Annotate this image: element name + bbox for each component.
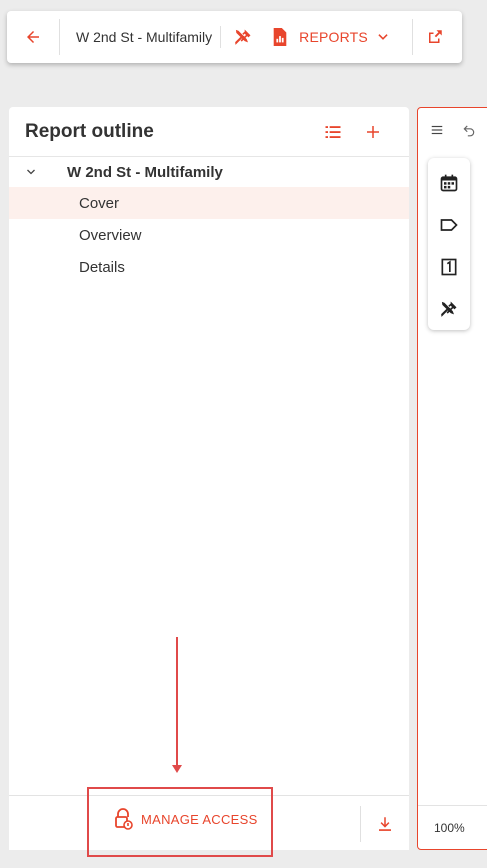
chevron-down-icon <box>378 34 388 40</box>
add-section-button[interactable] <box>353 112 393 152</box>
download-icon <box>379 817 391 831</box>
menu-icon[interactable] <box>430 123 444 137</box>
report-outline-panel: Report outline W 2nd St - Multifamily Co… <box>9 107 409 850</box>
annotation-arrow-line <box>176 637 178 767</box>
calendar-tool[interactable] <box>431 162 467 204</box>
outline-item-overview[interactable]: Overview <box>9 219 409 251</box>
annotation-highlight-box <box>87 787 273 857</box>
arrow-left-icon <box>27 31 39 43</box>
project-title: W 2nd St - Multifamily <box>76 29 213 45</box>
reports-menu-button[interactable]: REPORTS <box>265 11 400 63</box>
zoom-level[interactable]: 100% <box>418 805 487 849</box>
calendar-icon <box>440 174 458 192</box>
panel-title: Report outline <box>25 120 154 142</box>
outline-item-cover[interactable]: Cover <box>9 187 409 219</box>
panel-header: Report outline <box>9 107 409 157</box>
tools-icon <box>235 29 251 45</box>
label-tool[interactable] <box>431 204 467 246</box>
share-button[interactable] <box>413 11 457 63</box>
canvas-panel: 100% <box>417 107 487 850</box>
tree-root[interactable]: W 2nd St - Multifamily <box>9 157 409 187</box>
outline-list-button[interactable] <box>313 112 353 152</box>
element-toolbox <box>428 158 470 330</box>
tools-icon <box>441 301 457 317</box>
chevron-down-icon[interactable] <box>21 162 41 182</box>
number-box-icon <box>441 258 457 276</box>
tools-button[interactable] <box>221 11 265 63</box>
tag-icon <box>440 219 458 231</box>
number-tool[interactable] <box>431 246 467 288</box>
back-button[interactable] <box>7 11 59 63</box>
report-document-icon <box>273 28 287 46</box>
reports-label: REPORTS <box>299 29 368 45</box>
plus-icon <box>367 125 379 138</box>
tools-tool[interactable] <box>431 288 467 330</box>
undo-icon[interactable] <box>462 123 476 137</box>
canvas-toolbar <box>418 108 487 152</box>
divider <box>360 806 361 842</box>
top-toolbar: W 2nd St - Multifamily REPORTS <box>7 11 462 63</box>
share-icon <box>428 30 442 43</box>
list-icon <box>325 125 341 138</box>
download-button[interactable] <box>367 806 403 842</box>
outline-item-details[interactable]: Details <box>9 251 409 283</box>
annotation-arrow-head <box>172 765 182 773</box>
tree-root-label: W 2nd St - Multifamily <box>67 163 223 181</box>
